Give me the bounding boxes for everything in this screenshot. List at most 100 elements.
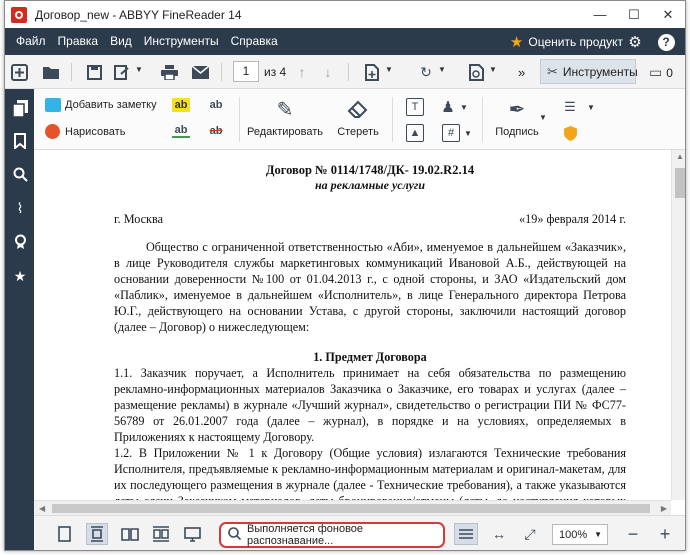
vertical-scroll-thumb[interactable]	[675, 168, 685, 198]
menu-edit[interactable]: Правка	[52, 28, 105, 55]
comments-count: 0	[666, 65, 673, 80]
form-fields-icon[interactable]: ☰	[561, 98, 579, 116]
minimize-button[interactable]: —	[583, 1, 617, 28]
zoom-out-button[interactable]: −	[624, 524, 642, 544]
zoom-value: 100%	[559, 528, 588, 541]
zoom-in-button[interactable]: +	[656, 524, 674, 544]
export-icon[interactable]	[112, 63, 130, 81]
menu-tools[interactable]: Инструменты	[138, 28, 225, 55]
note-icon	[45, 98, 61, 112]
page-count-label: из 4	[264, 65, 287, 79]
rate-product-button[interactable]: ★ Оценить продукт	[510, 28, 623, 55]
scroll-up-icon[interactable]: ▲	[672, 152, 685, 161]
mail-icon[interactable]	[191, 63, 209, 81]
comments-button[interactable]: ▭ 0	[649, 64, 673, 81]
attachment-icon[interactable]: ⌇	[11, 199, 29, 217]
chevron-down-icon[interactable]: ▼	[587, 103, 595, 112]
stamp-icon[interactable]	[11, 233, 29, 251]
add-page-icon[interactable]	[363, 63, 381, 81]
more-tools-button[interactable]: »	[518, 65, 525, 80]
recognize-page-icon[interactable]	[467, 63, 485, 81]
chevron-down-icon[interactable]: ▼	[135, 65, 143, 74]
erase-button[interactable]: Стереть	[330, 97, 386, 138]
chevron-down-icon[interactable]: ▼	[385, 65, 393, 74]
recognition-status[interactable]: Выполняется фоновое распознавание...	[219, 522, 445, 548]
scroll-left-icon[interactable]: ◀	[39, 501, 45, 515]
signature-button[interactable]: ✒ Подпись	[491, 97, 543, 139]
edit-label: Редактировать	[247, 126, 323, 138]
help-icon: ?	[657, 33, 675, 51]
ribbon-divider	[392, 97, 393, 142]
highlight-text-button[interactable]: ab	[172, 98, 190, 112]
fit-width-lines-icon[interactable]	[454, 523, 478, 545]
menu-help[interactable]: Справка	[225, 28, 284, 55]
vertical-scrollbar[interactable]: ▲	[671, 150, 685, 500]
toolbar-divider	[71, 63, 72, 81]
horizontal-scroll-thumb[interactable]	[52, 504, 650, 513]
window-title: Договор_new - ABBYY FineReader 14	[35, 7, 242, 22]
rotate-icon[interactable]: ↻	[417, 63, 435, 81]
underline-text-button[interactable]: ab	[172, 124, 190, 138]
image-icon[interactable]: ▲	[406, 124, 424, 142]
next-page-icon[interactable]: ↓	[319, 63, 337, 81]
gear-icon[interactable]: ⚙	[625, 32, 645, 52]
document-page: Договор № 0114/1748/ДК- 19.02.R2.14 на р…	[114, 163, 626, 515]
single-page-view-icon[interactable]	[55, 525, 73, 543]
menu-file[interactable]: Файл	[10, 28, 52, 55]
ribbon-divider	[482, 97, 483, 142]
menu-bar: Файл Правка Вид Инструменты Справка ★ Оц…	[5, 28, 685, 55]
chevron-down-icon[interactable]: ▼	[438, 65, 446, 74]
stamp-tool-icon[interactable]: ♟	[439, 98, 457, 116]
strikethrough-text-button[interactable]: ab	[207, 124, 225, 138]
rate-product-label: Оценить продукт	[528, 34, 623, 49]
help-button[interactable]: ?	[656, 32, 676, 52]
ribbon-divider	[239, 97, 240, 142]
fit-page-icon[interactable]: ⤢	[521, 525, 539, 543]
save-icon[interactable]	[85, 63, 103, 81]
finereader-logo-icon	[11, 6, 27, 23]
menu-view[interactable]: Вид	[104, 28, 138, 55]
chevron-down-icon[interactable]: ▼	[539, 113, 547, 122]
page-number-input[interactable]: 1	[233, 61, 259, 82]
two-pages-view-icon[interactable]	[121, 525, 139, 543]
draw-label: Нарисовать	[65, 125, 126, 138]
new-task-icon[interactable]	[10, 63, 28, 81]
left-sidebar: ⌇ ★	[5, 89, 34, 550]
city-date-line: г. Москва «19» февраля 2014 г.	[114, 211, 626, 227]
print-icon[interactable]	[160, 63, 178, 81]
two-pages-scroll-view-icon[interactable]	[152, 525, 170, 543]
fit-width-arrows-icon[interactable]: ↔	[490, 525, 508, 543]
add-note-button[interactable]: Добавить заметку	[45, 98, 157, 112]
toolbar-divider	[221, 63, 222, 81]
tools-label: Инструменты	[562, 64, 638, 79]
document-title: Договор № 0114/1748/ДК- 19.02.R2.14	[265, 163, 475, 177]
tools-toggle-button[interactable]: ✂ Инструменты	[540, 59, 638, 84]
security-shield-icon[interactable]	[561, 124, 579, 142]
full-screen-monitor-icon[interactable]	[183, 525, 201, 543]
chevron-down-icon[interactable]: ▼	[460, 103, 468, 112]
edit-button[interactable]: ✎ Редактировать	[247, 97, 323, 139]
bates-number-icon[interactable]: #	[442, 124, 460, 142]
open-folder-icon[interactable]	[42, 63, 60, 81]
add-note-label: Добавить заметку	[65, 99, 157, 111]
scroll-pages-view-icon[interactable]	[86, 523, 108, 545]
previous-page-icon[interactable]: ↑	[293, 63, 311, 81]
zoom-select[interactable]: 100% ▼	[552, 524, 608, 545]
maximize-button[interactable]: ☐	[617, 1, 651, 28]
draw-button[interactable]: Нарисовать	[45, 124, 125, 139]
document-view[interactable]: Договор № 0114/1748/ДК- 19.02.R2.14 на р…	[34, 150, 685, 515]
chevron-down-icon[interactable]: ▼	[464, 129, 472, 138]
horizontal-scrollbar[interactable]: ◀ ▶	[34, 500, 671, 515]
chevron-down-icon: ▼	[594, 530, 602, 539]
document-date: «19» февраля 2014 г.	[519, 212, 626, 226]
scroll-right-icon[interactable]: ▶	[661, 501, 667, 515]
pages-panel-icon[interactable]	[11, 99, 29, 117]
favorites-star-icon[interactable]: ★	[11, 267, 29, 285]
text-box-icon[interactable]: T	[406, 98, 424, 116]
bookmark-icon[interactable]	[11, 132, 29, 150]
close-button[interactable]: ✕	[651, 1, 685, 28]
replace-text-button[interactable]: ab	[207, 98, 225, 112]
chevron-down-icon[interactable]: ▼	[489, 65, 497, 74]
star-icon: ★	[509, 33, 524, 51]
search-icon[interactable]	[11, 165, 29, 183]
